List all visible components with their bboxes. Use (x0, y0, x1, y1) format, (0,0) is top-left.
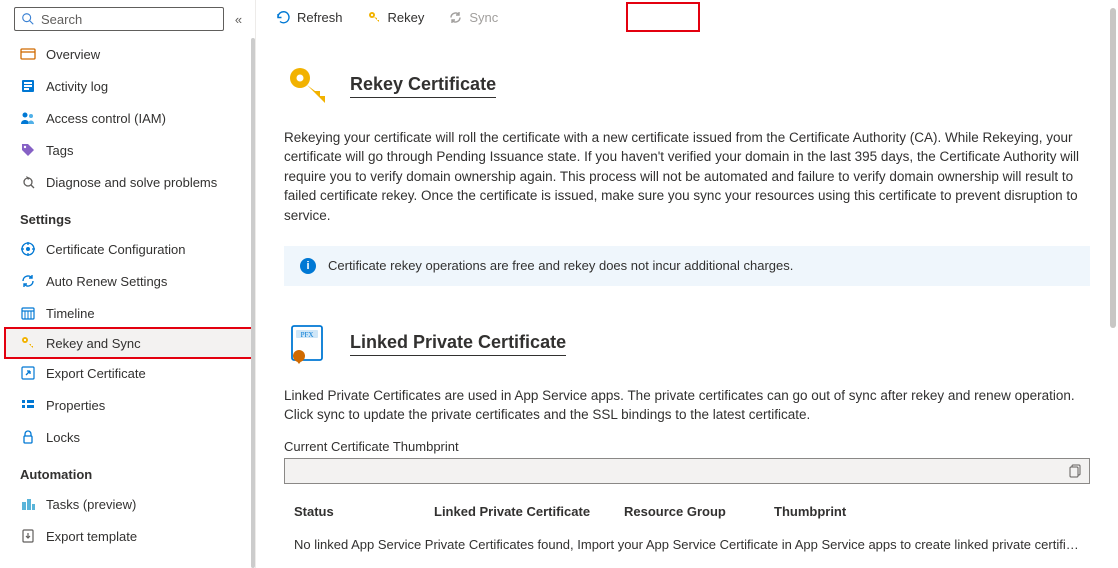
sidebar-item-access-control[interactable]: Access control (IAM) (0, 102, 255, 134)
sidebar-item-rekey-and-sync[interactable]: Rekey and Sync (4, 327, 253, 359)
main-panel: Refresh Rekey Sync Rekey Certificate Rek… (256, 0, 1118, 568)
sidebar-item-export-template[interactable]: Export template (0, 520, 255, 552)
timeline-icon (20, 305, 36, 321)
access-control-icon (20, 110, 36, 126)
rekey-button[interactable]: Rekey (357, 4, 435, 32)
tags-icon (20, 142, 36, 158)
thumbprint-field[interactable] (284, 458, 1090, 484)
pfx-certificate-icon: PFX (284, 320, 332, 368)
sidebar-item-label: Tags (46, 143, 73, 158)
sidebar-item-label: Rekey and Sync (46, 336, 141, 351)
sidebar-item-diagnose[interactable]: Diagnose and solve problems (0, 166, 255, 198)
refresh-icon (276, 10, 291, 25)
toolbar-label: Refresh (297, 10, 343, 25)
export-icon (20, 365, 36, 381)
linked-section-header: PFX Linked Private Certificate (284, 320, 1090, 368)
sidebar-item-label: Activity log (46, 79, 108, 94)
sync-icon (448, 10, 463, 25)
sidebar-item-label: Overview (46, 47, 100, 62)
sidebar-item-label: Diagnose and solve problems (46, 175, 217, 190)
sidebar-section-settings: Settings (0, 198, 255, 233)
key-icon (20, 335, 36, 351)
search-icon (21, 12, 35, 26)
svg-text:PFX: PFX (301, 331, 314, 339)
table-header: Status Linked Private Certificate Resour… (284, 496, 1090, 527)
sidebar-item-label: Tasks (preview) (46, 497, 136, 512)
copy-icon[interactable] (1069, 464, 1083, 478)
info-text: Certificate rekey operations are free an… (328, 258, 793, 273)
sidebar-item-locks[interactable]: Locks (0, 421, 255, 453)
rekey-section-header: Rekey Certificate (284, 62, 1090, 110)
content-area: Rekey Certificate Rekeying your certific… (256, 36, 1118, 568)
toolbar: Refresh Rekey Sync (256, 0, 1118, 36)
collapse-sidebar-button[interactable]: « (230, 12, 247, 27)
sidebar-item-properties[interactable]: Properties (0, 389, 255, 421)
sidebar-item-label: Export template (46, 529, 137, 544)
rekey-description: Rekeying your certificate will roll the … (284, 128, 1090, 226)
info-icon: i (300, 258, 316, 274)
sidebar-item-timeline[interactable]: Timeline (0, 297, 255, 329)
info-banner: i Certificate rekey operations are free … (284, 246, 1090, 286)
sidebar-item-auto-renew[interactable]: Auto Renew Settings (0, 265, 255, 297)
sidebar-section-automation: Automation (0, 453, 255, 488)
sidebar-item-certificate-configuration[interactable]: Certificate Configuration (0, 233, 255, 265)
thumbprint-label: Current Certificate Thumbprint (284, 439, 1090, 454)
table-empty-message: No linked App Service Private Certificat… (284, 527, 1090, 552)
auto-renew-icon (20, 273, 36, 289)
toolbar-label: Sync (469, 10, 498, 25)
sidebar-item-overview[interactable]: Overview (0, 38, 255, 70)
key-icon (367, 10, 382, 25)
certificate-config-icon (20, 241, 36, 257)
sidebar-item-label: Auto Renew Settings (46, 274, 167, 289)
sidebar: « Overview Activity log Access control (… (0, 0, 256, 568)
sync-button: Sync (438, 4, 508, 32)
refresh-button[interactable]: Refresh (266, 4, 353, 32)
big-key-icon (284, 62, 332, 110)
col-rg: Resource Group (624, 504, 774, 519)
diagnose-icon (20, 174, 36, 190)
tasks-icon (20, 496, 36, 512)
sidebar-item-label: Export Certificate (46, 366, 146, 381)
sidebar-item-label: Properties (46, 398, 105, 413)
sidebar-item-label: Access control (IAM) (46, 111, 166, 126)
col-lpc: Linked Private Certificate (434, 504, 624, 519)
highlight-rekey (626, 2, 700, 32)
toolbar-label: Rekey (388, 10, 425, 25)
sidebar-item-tags[interactable]: Tags (0, 134, 255, 166)
sidebar-item-label: Certificate Configuration (46, 242, 185, 257)
linked-description: Linked Private Certificates are used in … (284, 386, 1090, 425)
sidebar-item-label: Timeline (46, 306, 95, 321)
linked-title: Linked Private Certificate (350, 332, 566, 356)
sidebar-item-label: Locks (46, 430, 80, 445)
sidebar-item-export-certificate[interactable]: Export Certificate (0, 357, 255, 389)
search-box[interactable] (14, 7, 224, 31)
sidebar-item-activity-log[interactable]: Activity log (0, 70, 255, 102)
col-thumb: Thumbprint (774, 504, 1080, 519)
main-scrollbar[interactable] (1110, 8, 1116, 560)
search-input[interactable] (41, 12, 217, 27)
sidebar-item-tasks[interactable]: Tasks (preview) (0, 488, 255, 520)
activity-log-icon (20, 78, 36, 94)
export-template-icon (20, 528, 36, 544)
lock-icon (20, 429, 36, 445)
sidebar-scrollbar[interactable] (251, 38, 255, 568)
properties-icon (20, 397, 36, 413)
overview-icon (20, 46, 36, 62)
col-status: Status (294, 504, 434, 519)
rekey-title: Rekey Certificate (350, 74, 496, 98)
